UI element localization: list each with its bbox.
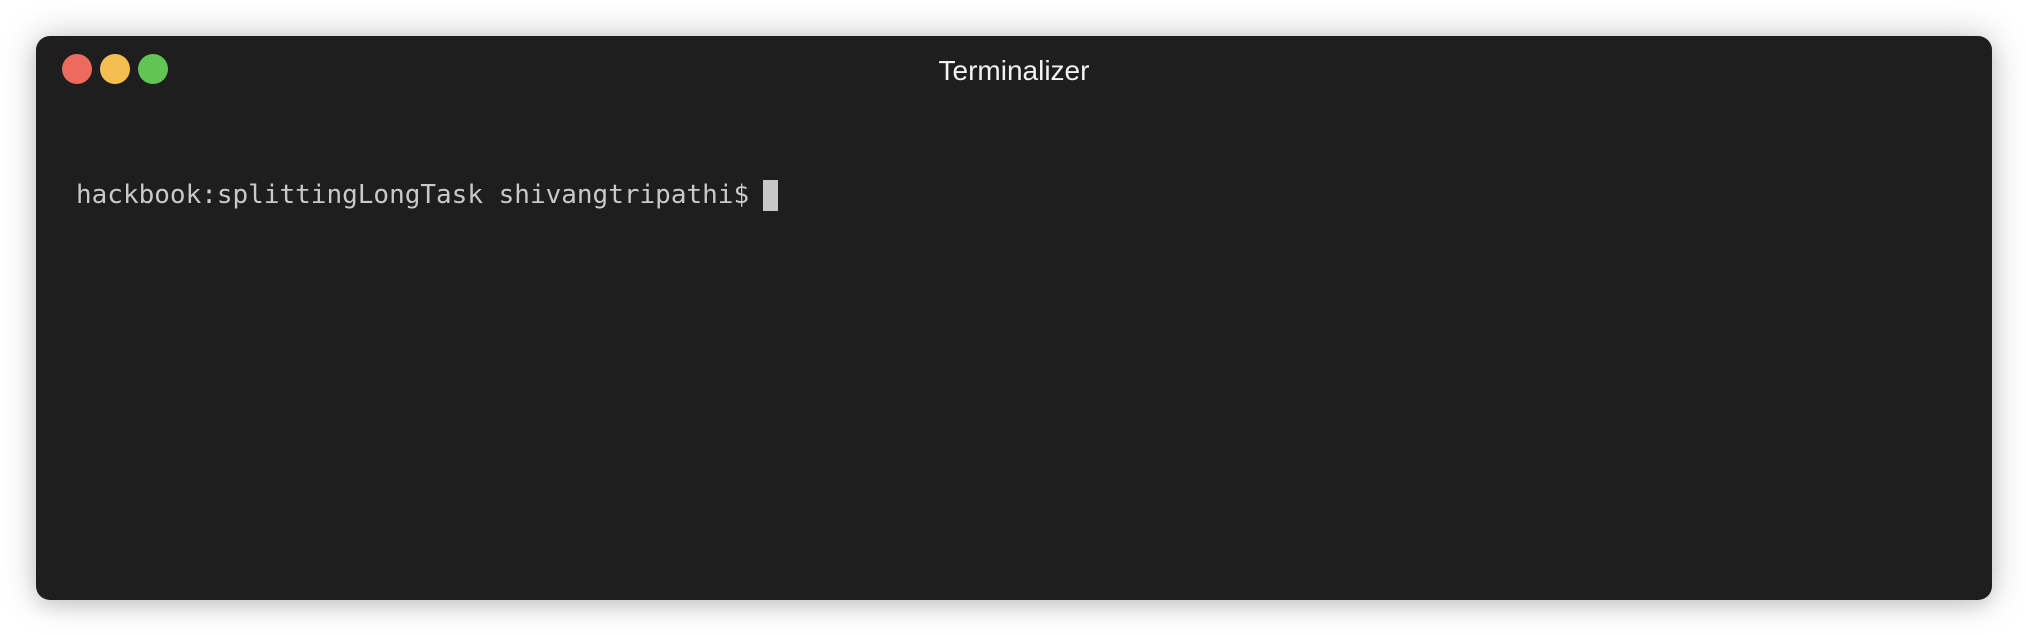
prompt-line[interactable]: hackbook:splittingLongTask shivangtripat… [76,178,1952,212]
window-title: Terminalizer [938,55,1090,86]
page: Terminalizer hackbook:splittingLongTask … [0,0,2028,636]
title-bar[interactable]: Terminalizer [36,36,1992,106]
terminal-window[interactable]: Terminalizer hackbook:splittingLongTask … [36,36,1992,600]
block-cursor-icon [763,179,779,211]
shell-prompt: hackbook:splittingLongTask shivangtripat… [76,180,750,210]
terminal-output[interactable]: hackbook:splittingLongTask shivangtripat… [76,178,1952,580]
